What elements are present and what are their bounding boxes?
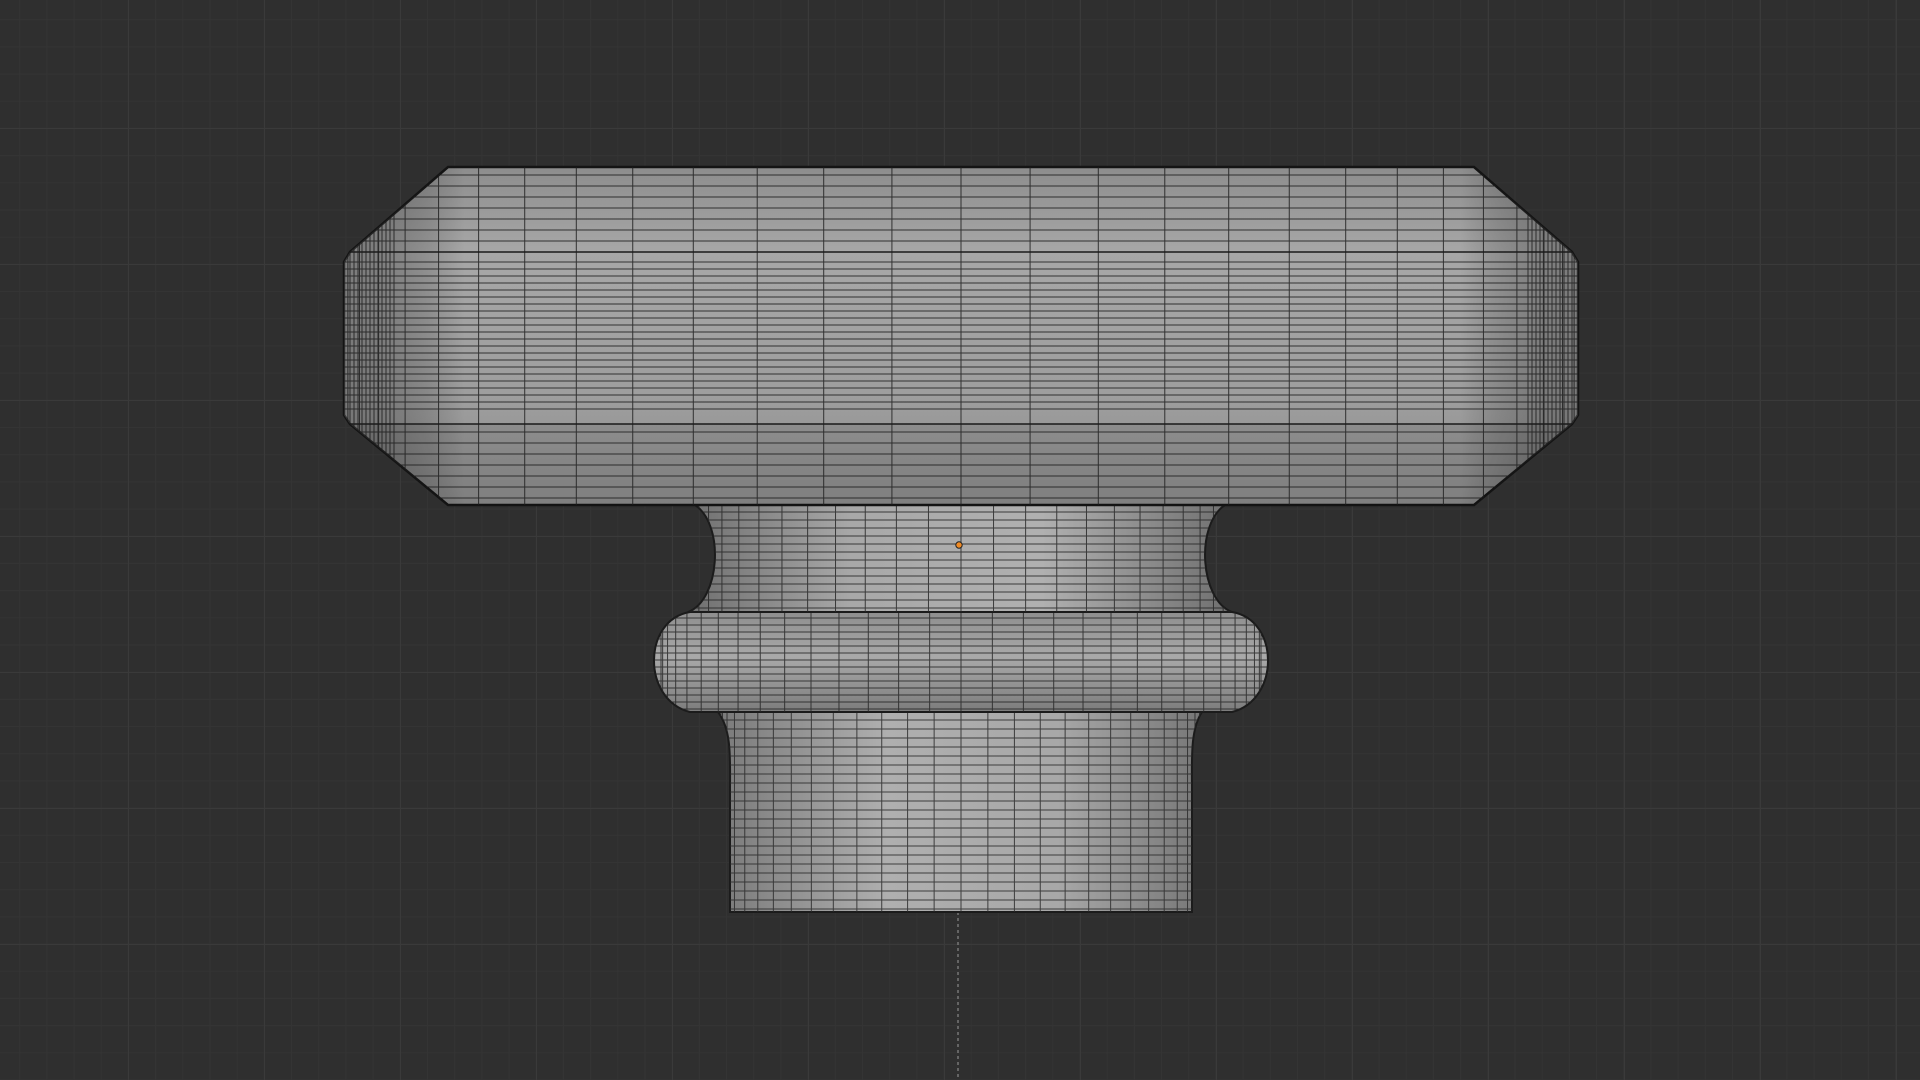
neck-section (687, 504, 1233, 613)
ring-section (653, 611, 1269, 713)
cap-section (342, 165, 1580, 507)
3d-viewport[interactable] (0, 0, 1920, 1080)
object-origin-dot (955, 541, 963, 549)
base-section (715, 711, 1204, 913)
mesh-object[interactable] (0, 0, 1920, 1080)
